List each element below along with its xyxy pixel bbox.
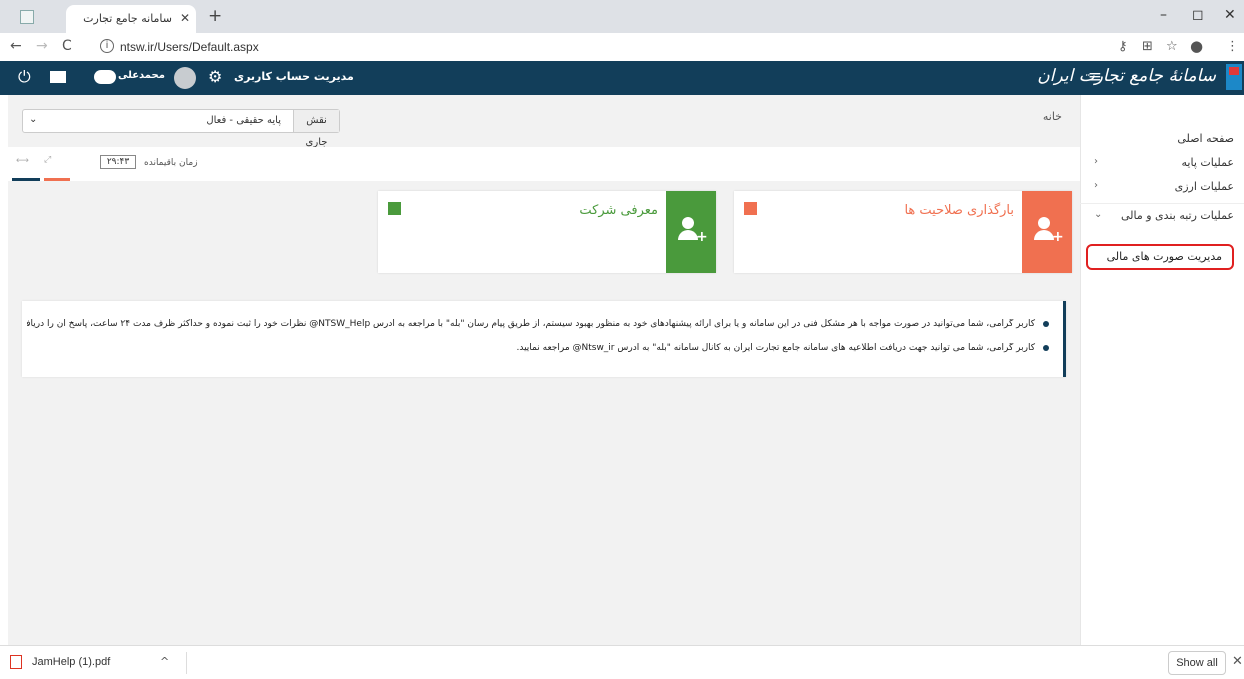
- card-square-icon: [388, 202, 401, 215]
- show-all-button[interactable]: Show all: [1168, 651, 1226, 675]
- highlight-annotation: [1086, 244, 1234, 270]
- url-text[interactable]: ntsw.ir/Users/Default.aspx: [120, 40, 259, 54]
- avatar[interactable]: [174, 67, 196, 89]
- notice-text: کاربر گرامی، شما می توانید جهت دریافت اط…: [516, 343, 1036, 353]
- user-plus-icon: +: [1034, 217, 1064, 247]
- notice-text: کاربر گرامی، شما می‌توانید در صورت مواجه…: [27, 319, 1035, 329]
- role-label: نقش جاری: [293, 110, 339, 148]
- tab-indicator-orange: [44, 178, 70, 181]
- close-downloads-icon[interactable]: ✕: [1232, 654, 1243, 669]
- window-close-button[interactable]: ✕: [1224, 7, 1236, 23]
- account-settings-link[interactable]: مدیریت حساب کاربری: [234, 70, 354, 83]
- tab-title: سامانه جامع تجارت: [83, 12, 172, 25]
- sidebar-item-home[interactable]: صفحه اصلی: [1080, 127, 1244, 151]
- downloads-bar: JamHelp (1).pdf ^ Show all ✕: [0, 645, 1244, 679]
- tab-close-icon[interactable]: ✕: [180, 11, 190, 25]
- arrows-icon[interactable]: ⟷: [16, 156, 29, 166]
- app-header: سامانهٔ جامع تجارت ایران ≡ مدیریت حساب ک…: [0, 61, 1244, 95]
- breadcrumb-home[interactable]: خانه: [1043, 110, 1062, 123]
- ntsw-logo-icon[interactable]: [1226, 64, 1242, 90]
- expand-icon[interactable]: ⤢: [44, 155, 51, 165]
- back-button[interactable]: ←: [10, 38, 22, 54]
- translate-icon[interactable]: ⊞: [1142, 39, 1153, 54]
- divider: [186, 652, 187, 674]
- key-icon[interactable]: ⚷: [1118, 39, 1128, 54]
- forward-button[interactable]: →: [36, 38, 48, 54]
- time-remaining-label: زمان باقیمانده: [144, 158, 198, 168]
- app-content: سامانهٔ جامع تجارت ایران ≡ مدیریت حساب ک…: [0, 61, 1244, 645]
- tab-indicator-blue: [12, 178, 40, 181]
- minimize-button[interactable]: –: [1160, 7, 1167, 23]
- app-favicon-icon[interactable]: [20, 10, 34, 24]
- card-icon-box: +: [666, 191, 716, 273]
- sidebar-item-label: عملیات پایه: [1181, 156, 1234, 169]
- card-title: معرفی شرکت: [579, 203, 658, 218]
- card-title: بارگذاری صلاحیت ها: [904, 203, 1014, 218]
- sidebar-item-label: صفحه اصلی: [1177, 132, 1234, 145]
- user-plus-icon: +: [678, 217, 708, 247]
- notice-line: کاربر گرامی، شما می‌توانید در صورت مواجه…: [27, 319, 1049, 329]
- new-tab-button[interactable]: +: [208, 6, 222, 26]
- role-select[interactable]: نقش جاری پایه حقیقی - فعال ⌄: [22, 109, 340, 148]
- site-info-icon[interactable]: i: [100, 39, 114, 53]
- browser-toolbar: ← → C i ntsw.ir/Users/Default.aspx ⚷ ⊞ ☆…: [0, 33, 1244, 61]
- chevron-left-icon: ‹: [1094, 180, 1098, 191]
- mail-icon[interactable]: [50, 71, 66, 83]
- sidebar-item-basic-operations[interactable]: عملیات پایه ‹: [1080, 151, 1244, 175]
- bookmark-star-icon[interactable]: ☆: [1166, 39, 1178, 54]
- sidebar-item-rating-financial[interactable]: عملیات رتبه بندی و مالی ⌄: [1080, 203, 1244, 227]
- profile-icon[interactable]: ●: [1190, 37, 1203, 55]
- gear-icon[interactable]: ⚙: [208, 67, 222, 86]
- sidebar-item-currency-operations[interactable]: عملیات ارزی ‹: [1080, 175, 1244, 199]
- chevron-down-icon[interactable]: ⌄: [29, 114, 37, 125]
- bullet-icon: [1043, 344, 1049, 351]
- browser-tab-strip: سامانه جامع تجارت ✕ + – ◻ ✕: [0, 0, 1244, 33]
- download-file-name[interactable]: JamHelp (1).pdf: [32, 656, 110, 668]
- browser-menu-icon[interactable]: ⋮: [1226, 39, 1239, 54]
- main-panel: نقش جاری پایه حقیقی - فعال ⌄ خانه زمان ب…: [8, 95, 1080, 645]
- chevron-left-icon: ‹: [1094, 156, 1098, 167]
- pdf-file-icon[interactable]: [10, 655, 22, 669]
- chevron-down-icon: ⌄: [1094, 209, 1103, 220]
- username[interactable]: محمدعلی: [118, 70, 165, 81]
- role-value: پایه حقیقی - فعال: [206, 115, 281, 126]
- card-upload-qualifications[interactable]: + بارگذاری صلاحیت ها: [734, 191, 1072, 273]
- sidebar-item-label: عملیات رتبه بندی و مالی: [1120, 209, 1234, 222]
- card-square-icon: [744, 202, 757, 215]
- status-row: زمان باقیمانده ۲۹:۴۳ ⟷ ⤢: [8, 147, 1080, 181]
- brand-title[interactable]: سامانهٔ جامع تجارت ایران: [1037, 66, 1216, 86]
- hamburger-menu-icon[interactable]: ≡: [1088, 67, 1102, 87]
- bullet-icon: [1043, 320, 1049, 327]
- reload-button[interactable]: C: [62, 38, 72, 54]
- username-redaction: [94, 70, 116, 84]
- notice-panel: کاربر گرامی، شما می‌توانید در صورت مواجه…: [22, 301, 1066, 377]
- card-icon-box: +: [1022, 191, 1072, 273]
- address-bar[interactable]: i ntsw.ir/Users/Default.aspx: [92, 37, 1092, 57]
- maximize-button[interactable]: ◻: [1192, 7, 1204, 23]
- sidebar: صفحه اصلی عملیات پایه ‹ عملیات ارزی ‹ عم…: [1080, 95, 1244, 645]
- time-remaining-value: ۲۹:۴۳: [100, 155, 136, 169]
- chevron-up-icon[interactable]: ^: [160, 655, 169, 668]
- sidebar-item-label: عملیات ارزی: [1174, 180, 1234, 193]
- card-company-introduction[interactable]: + معرفی شرکت: [378, 191, 716, 273]
- browser-tab[interactable]: سامانه جامع تجارت ✕: [66, 5, 196, 33]
- notice-line: کاربر گرامی، شما می توانید جهت دریافت اط…: [27, 343, 1049, 353]
- power-icon[interactable]: ⏻: [18, 67, 31, 87]
